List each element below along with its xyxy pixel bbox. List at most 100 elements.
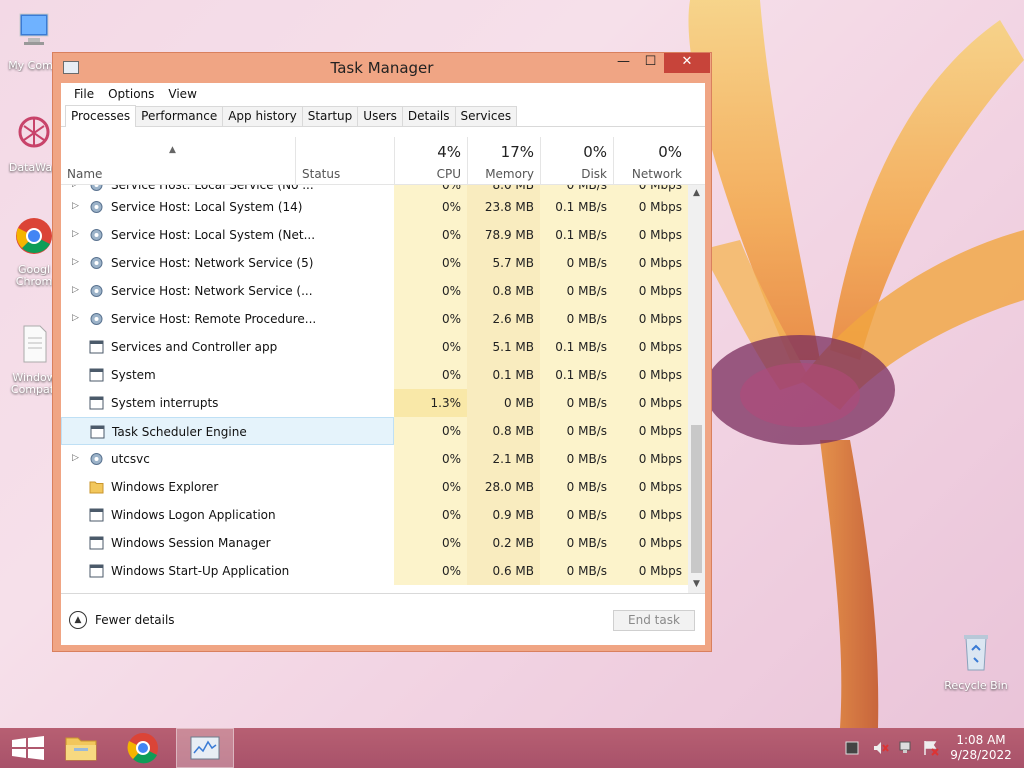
column-label: Network xyxy=(631,167,682,181)
disk-cell: 0 MB/s xyxy=(540,445,613,473)
expand-chevron-icon[interactable]: ▷ xyxy=(72,229,79,239)
table-row[interactable]: Windows Explorer 0% 28.0 MB 0 MB/s 0 Mbps xyxy=(61,473,688,501)
expand-chevron-icon[interactable]: ▷ xyxy=(72,201,79,211)
table-row[interactable]: ▷ Service Host: Network Service (5) 0% 5.7 … xyxy=(61,249,688,277)
column-header-disk[interactable]: 0% Disk xyxy=(540,137,613,185)
tab-processes[interactable]: Processes xyxy=(65,105,137,127)
process-name-cell[interactable]: Windows Logon Application xyxy=(61,501,394,529)
taskbar-task-manager[interactable] xyxy=(176,728,234,768)
task-manager-icon xyxy=(190,736,220,760)
tab-startup[interactable]: Startup xyxy=(301,106,359,126)
memory-cell: 2.6 MB xyxy=(467,305,540,333)
task-manager-window[interactable]: Task Manager — ☐ ✕ File Options View Pro… xyxy=(52,52,712,652)
memory-cell: 2.1 MB xyxy=(467,445,540,473)
table-row[interactable]: Windows Start-Up Application 0% 0.6 MB 0 MB… xyxy=(61,557,688,585)
process-name-cell[interactable]: System interrupts xyxy=(61,389,394,417)
process-name-cell[interactable]: Services and Controller app xyxy=(61,333,394,361)
window-icon xyxy=(89,508,104,522)
table-row[interactable]: Services and Controller app 0% 5.1 MB 0.1 M… xyxy=(61,333,688,361)
minimize-button[interactable]: — xyxy=(610,53,637,73)
process-name-cell[interactable]: ▷ Service Host: Remote Procedure... xyxy=(61,305,394,333)
scroll-up-icon[interactable]: ▲ xyxy=(688,185,705,202)
process-table: ▲ Name Status 4% CPU 17% Memory 0% Disk xyxy=(61,137,705,593)
disk-cell: 0 MB/s xyxy=(540,557,613,585)
tab-details[interactable]: Details xyxy=(401,106,456,126)
process-name-cell[interactable]: Windows Session Manager xyxy=(61,529,394,557)
end-task-button[interactable]: End task xyxy=(613,610,695,631)
process-name-cell[interactable]: Windows Explorer xyxy=(61,473,394,501)
clock-date: 9/28/2022 xyxy=(950,748,1012,762)
process-name-cell[interactable]: ▷ utcsvc xyxy=(61,445,394,473)
tab-app-history[interactable]: App history xyxy=(222,106,303,126)
scroll-down-icon[interactable]: ▼ xyxy=(688,576,705,593)
tab-services[interactable]: Services xyxy=(454,106,518,126)
start-button[interactable] xyxy=(0,728,58,768)
table-row[interactable]: ▷ utcsvc 0% 2.1 MB 0 MB/s 0 Mbps xyxy=(61,445,688,473)
process-name-cell[interactable]: ▷ Service Host: Network Service (5) xyxy=(61,249,394,277)
network-cell: 0 Mbps xyxy=(613,221,688,249)
table-row[interactable]: Windows Session Manager 0% 0.2 MB 0 MB/s 0 M… xyxy=(61,529,688,557)
menu-options[interactable]: Options xyxy=(101,87,161,101)
memory-cell: 78.9 MB xyxy=(467,221,540,249)
tab-performance[interactable]: Performance xyxy=(135,106,224,126)
system-clock[interactable]: 1:08 AM 9/28/2022 xyxy=(950,733,1012,763)
column-header-memory[interactable]: 17% Memory xyxy=(467,137,540,185)
process-name-cell[interactable]: System xyxy=(61,361,394,389)
process-name: Service Host: Local Service (No ... xyxy=(111,185,314,192)
process-name-cell[interactable]: ▷ Service Host: Local Service (No ... xyxy=(61,185,394,193)
table-row[interactable]: ▷ Service Host: Remote Procedure... 0% 2.6 … xyxy=(61,305,688,333)
scrollbar-thumb[interactable] xyxy=(691,425,702,573)
folder-icon xyxy=(89,481,104,494)
windows-logo-icon xyxy=(12,736,44,760)
gear-icon xyxy=(90,453,103,465)
expand-chevron-icon[interactable]: ▷ xyxy=(72,285,79,295)
title-bar[interactable]: Task Manager — ☐ ✕ xyxy=(53,53,711,83)
tab-strip: Processes Performance App history Startu… xyxy=(61,105,705,127)
desktop-icon-recycle-bin[interactable]: Recycle Bin xyxy=(942,630,1010,692)
taskbar-file-explorer[interactable] xyxy=(52,728,110,768)
flag-alert-icon[interactable] xyxy=(922,740,940,756)
tab-users[interactable]: Users xyxy=(357,106,403,126)
table-row[interactable]: System interrupts 1.3% 0 MB 0 MB/s 0 Mbps xyxy=(61,389,688,417)
menu-view[interactable]: View xyxy=(161,87,203,101)
gear-icon xyxy=(90,229,103,241)
close-button[interactable]: ✕ xyxy=(664,53,710,73)
table-row[interactable]: ▷ Service Host: Network Service (... 0% 0.8… xyxy=(61,277,688,305)
cpu-cell: 0% xyxy=(394,305,467,333)
expand-chevron-icon[interactable]: ▷ xyxy=(72,313,79,323)
menu-file[interactable]: File xyxy=(67,87,101,101)
process-name-cell[interactable]: ▷ Service Host: Network Service (... xyxy=(61,277,394,305)
table-row[interactable]: ▷ Service Host: Local System (14) 0% 23.8 M… xyxy=(61,193,688,221)
expand-chevron-icon[interactable]: ▷ xyxy=(72,257,79,267)
column-header-network[interactable]: 0% Network xyxy=(613,137,705,185)
disk-cell: 0 MB/s xyxy=(540,529,613,557)
fewer-details-link[interactable]: ▲ Fewer details xyxy=(69,611,175,629)
table-row[interactable]: ▷ Service Host: Local System (Net... 0% 78.… xyxy=(61,221,688,249)
process-name-cell[interactable]: Task Scheduler Engine xyxy=(61,417,394,445)
column-header-name[interactable]: ▲ Name xyxy=(61,137,295,185)
process-name: Service Host: Remote Procedure... xyxy=(111,312,317,326)
process-name-cell[interactable]: ▷ Service Host: Local System (14) xyxy=(61,193,394,221)
vertical-scrollbar[interactable]: ▲ ▼ xyxy=(688,185,705,593)
cpu-cell: 1.3% xyxy=(394,389,467,417)
process-name: Services and Controller app xyxy=(111,340,278,354)
network-icon[interactable] xyxy=(898,740,916,756)
process-name-cell[interactable]: Windows Start-Up Application xyxy=(61,557,394,585)
expand-chevron-icon[interactable]: ▷ xyxy=(72,185,79,189)
process-name-cell[interactable]: ▷ Service Host: Local System (Net... xyxy=(61,221,394,249)
table-row[interactable]: Windows Logon Application 0% 0.9 MB 0 MB/s 0… xyxy=(61,501,688,529)
column-header-status[interactable]: Status xyxy=(295,137,394,185)
action-center-icon[interactable] xyxy=(844,740,860,756)
table-row[interactable]: Task Scheduler Engine 0% 0.8 MB 0 MB/s 0 Mbp… xyxy=(61,417,688,445)
disk-cell: 0 MB/s xyxy=(540,185,613,193)
table-row[interactable]: ▷ Service Host: Local Service (No ... 0%8.… xyxy=(61,185,688,193)
speaker-muted-icon[interactable] xyxy=(872,740,890,756)
expand-chevron-icon[interactable]: ▷ xyxy=(72,453,79,463)
column-label: Memory xyxy=(485,167,534,181)
taskbar-chrome[interactable] xyxy=(114,728,172,768)
memory-cell: 0.1 MB xyxy=(467,361,540,389)
table-row[interactable]: System 0% 0.1 MB 0.1 MB/s 0 Mbps xyxy=(61,361,688,389)
maximize-button[interactable]: ☐ xyxy=(637,53,664,73)
column-header-cpu[interactable]: 4% CPU xyxy=(394,137,467,185)
column-label: Status xyxy=(302,167,341,181)
